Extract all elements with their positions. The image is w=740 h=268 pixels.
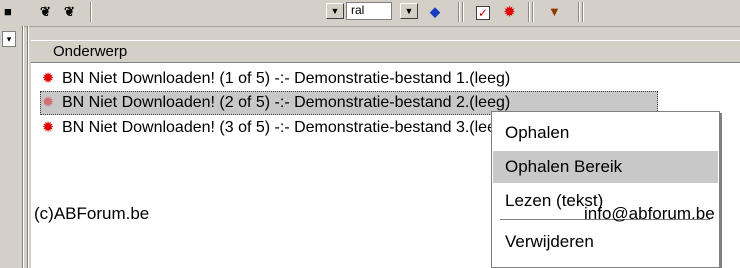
menu-item-ophalen-bereik[interactable]: Ophalen Bereik [493,151,718,183]
toolbar-separator [532,2,534,22]
toolbar-separator [462,2,464,22]
toolbar-separator [528,2,530,22]
list-item-subject: BN Niet Downloaden! (3 of 5) -:- Demonst… [62,119,511,136]
list-item[interactable]: ✹ BN Niet Downloaden! (1 of 5) -:- Demons… [40,67,511,91]
toolbar-separator [582,2,584,22]
bug-icon: ✹ [41,94,55,111]
list-item[interactable]: ✹ BN Niet Downloaden! (3 of 5) -:- Demons… [40,116,511,140]
pane-splitter[interactable] [22,26,24,268]
combo-dropdown-button[interactable]: ▼ [326,3,344,19]
bug-icon: ✹ [41,70,55,87]
collapse-button[interactable]: ▾ [2,31,16,47]
combo-dropdown-button-2[interactable]: ▼ [400,3,418,19]
list-item-subject: BN Niet Downloaden! (1 of 5) -:- Demonst… [62,70,511,87]
find-icon[interactable]: ❦ [40,4,51,20]
find-next-icon[interactable]: ❦ [64,4,75,20]
bug-icon: ✹ [41,119,55,136]
menu-item-ophalen[interactable]: Ophalen [493,117,718,149]
list-item-subject: BN Niet Downloaden! (2 of 5) -:- Demonst… [62,94,511,111]
column-header-subject[interactable]: Onderwerp [31,40,740,63]
context-menu: Ophalen Ophalen Bereik Lezen (tekst) Ver… [491,111,720,268]
toolbar-edge-icon[interactable]: ■ [4,4,12,20]
pane-splitter[interactable] [27,26,29,268]
swirl-icon[interactable]: ◆ [430,4,440,20]
folder-pane [0,26,22,268]
toolbar-separator [458,2,460,22]
watermark-right: info@abforum.be [584,204,715,223]
menu-item-verwijderen[interactable]: Verwijderen [493,226,718,258]
combo-field[interactable]: ral [346,2,392,20]
checkbox-icon[interactable]: ✓ [476,6,490,20]
bug-icon[interactable]: ✹ [504,4,515,20]
watermark-left: (c)ABForum.be [34,204,150,223]
toolbar-separator [90,2,92,22]
toolbar-separator [578,2,580,22]
funnel-icon[interactable]: ▼ [548,4,561,20]
